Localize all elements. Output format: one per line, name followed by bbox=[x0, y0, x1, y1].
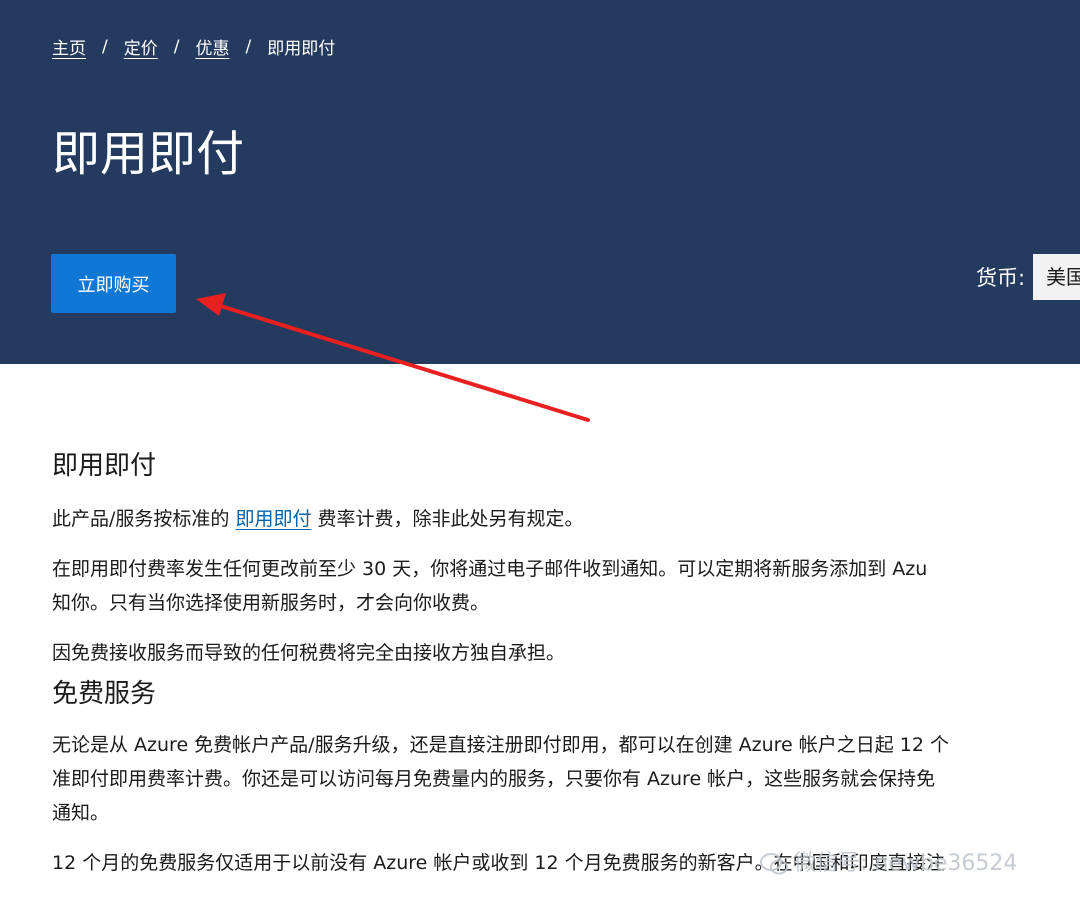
currency-select[interactable]: 美国 bbox=[1033, 254, 1080, 300]
paragraph-billing: 此产品/服务按标准的 即用即付 费率计费，除非此处另有规定。 bbox=[52, 502, 1080, 536]
paragraph-line: 通知。 bbox=[52, 801, 110, 824]
currency-label: 货币: bbox=[976, 266, 1026, 290]
breadcrumb-home[interactable]: 主页 bbox=[52, 34, 86, 59]
main-content: 即用即付 此产品/服务按标准的 即用即付 费率计费，除非此处另有规定。 在即用即… bbox=[52, 450, 1080, 880]
breadcrumb-offers[interactable]: 优惠 bbox=[195, 34, 229, 59]
paragraph-tax: 因免费接收服务而导致的任何税费将完全由接收方独自承担。 bbox=[52, 641, 566, 664]
breadcrumb-current: 即用即付 bbox=[267, 39, 336, 59]
paragraph-line: 无论是从 Azure 免费帐户产品/服务升级，还是直接注册即付即用，都可以在创建… bbox=[52, 733, 950, 756]
breadcrumb-separator: / bbox=[245, 36, 252, 57]
paragraph-text: 此产品/服务按标准的 bbox=[52, 507, 236, 530]
pay-as-you-go-link[interactable]: 即用即付 bbox=[235, 508, 311, 530]
breadcrumb-separator: / bbox=[173, 36, 180, 57]
paragraph-line: 在即用即付费率发生任何更改前至少 30 天，你将通过电子邮件收到通知。可以定期将… bbox=[52, 557, 928, 580]
wechat-icon bbox=[760, 853, 788, 875]
watermark-text: 微信号: newbe36524 bbox=[794, 851, 1018, 876]
buy-now-button[interactable]: 立即购买 bbox=[51, 254, 176, 313]
paragraph-line: 知你。只有当你选择使用新服务时，才会向你收费。 bbox=[52, 591, 490, 614]
paragraph-line: 准即付即用费率计费。你还是可以访问每月免费量内的服务，只要你有 Azure 帐户… bbox=[52, 767, 936, 790]
breadcrumb-separator: / bbox=[102, 36, 108, 57]
paragraph-text: 费率计费，除非此处另有规定。 bbox=[311, 507, 584, 530]
hero-banner: 主页 / 定价 / 优惠 / 即用即付 即用即付 立即购买 货币: 美国 bbox=[0, 0, 1080, 364]
breadcrumb-pricing[interactable]: 定价 bbox=[124, 34, 158, 59]
section-title-pay-as-you-go: 即用即付 bbox=[52, 451, 157, 481]
paragraph-free-services: 无论是从 Azure 免费帐户产品/服务升级，还是直接注册即付即用，都可以在创建… bbox=[52, 728, 1080, 830]
paragraph-price-change: 在即用即付费率发生任何更改前至少 30 天，你将通过电子邮件收到通知。可以定期将… bbox=[52, 552, 1080, 620]
section-title-free-services: 免费服务 bbox=[52, 678, 157, 709]
page-title: 即用即付 bbox=[52, 126, 245, 182]
watermark: 微信号: newbe36524 bbox=[760, 845, 1017, 877]
breadcrumb: 主页 / 定价 / 优惠 / 即用即付 bbox=[52, 34, 336, 60]
